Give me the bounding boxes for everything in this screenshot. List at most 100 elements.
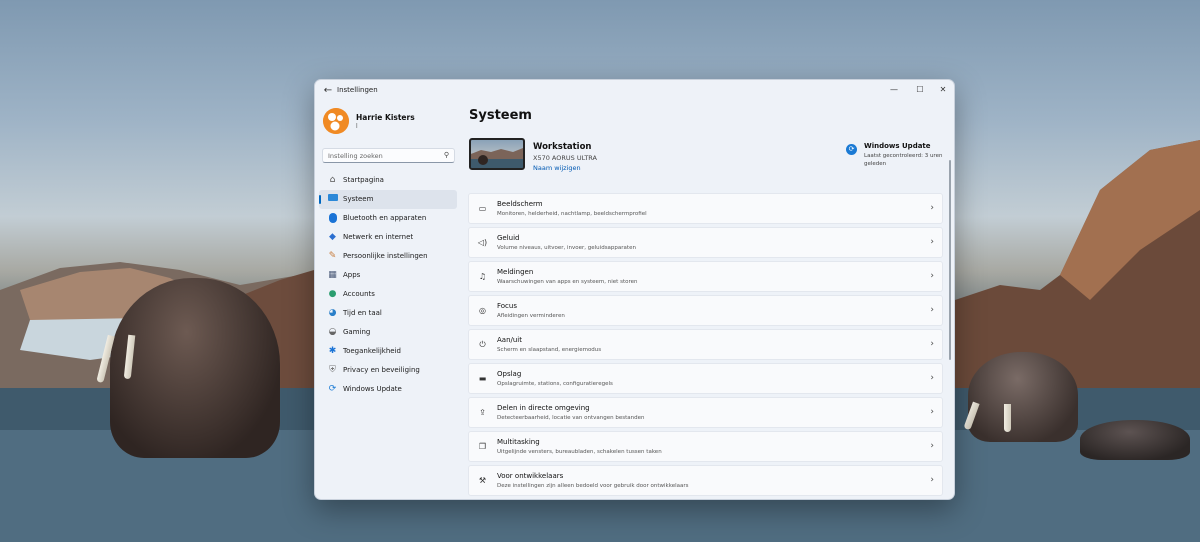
search-placeholder: Instelling zoeken	[328, 152, 383, 160]
card-meldingen[interactable]: ♫ Meldingen Waarschuwingen van apps en s…	[468, 261, 943, 292]
chevron-right-icon: ›	[930, 407, 934, 417]
home-icon: ⌂	[329, 175, 336, 185]
windows-update-icon[interactable]: ⟳	[846, 144, 857, 155]
gamepad-icon: ◒	[328, 327, 337, 337]
sidebar-item-label: Privacy en beveiliging	[343, 366, 420, 374]
brush-icon: ✎	[328, 251, 337, 261]
sidebar-item-label: Toegankelijkheid	[343, 347, 401, 355]
avatar-logo-icon	[323, 108, 349, 134]
maximize-button[interactable]: ☐	[910, 82, 930, 98]
sidebar-item-netwerk[interactable]: ◆ Netwerk en internet	[319, 228, 457, 247]
chevron-right-icon: ›	[930, 203, 934, 213]
update-icon: ⟳	[328, 384, 337, 394]
card-title: Beeldscherm	[497, 200, 543, 208]
card-title: Meldingen	[497, 268, 534, 276]
walrus-right-tusk	[1004, 404, 1011, 432]
rename-device-link[interactable]: Naam wijzigen	[533, 164, 581, 172]
user-subtitle: l	[356, 123, 358, 130]
sidebar-item-label: Netwerk en internet	[343, 233, 414, 241]
sidebar-item-windows-update[interactable]: ⟳ Windows Update	[319, 380, 457, 399]
device-thumbnail	[469, 138, 525, 170]
walrus-left	[110, 278, 280, 458]
card-title: Delen in directe omgeving	[497, 404, 590, 412]
chevron-right-icon: ›	[930, 237, 934, 247]
scrollbar[interactable]	[949, 160, 951, 360]
close-button[interactable]: ✕	[933, 82, 953, 98]
search-icon[interactable]: ⚲	[444, 151, 449, 159]
card-focus[interactable]: ◎ Focus Afleidingen verminderen ›	[468, 295, 943, 326]
wallpaper-preview-image	[471, 148, 523, 168]
account-icon: ●	[328, 289, 337, 299]
user-name: Harrie Kisters	[356, 113, 415, 122]
settings-window: ← Instellingen — ☐ ✕ Harrie Kisters l In…	[314, 79, 955, 500]
card-beeldscherm[interactable]: ▭ Beeldscherm Monitoren, helderheid, nac…	[468, 193, 943, 224]
card-title: Opslag	[497, 370, 522, 378]
sidebar-item-gaming[interactable]: ◒ Gaming	[319, 323, 457, 342]
sidebar-item-tijd[interactable]: ◕ Tijd en taal	[319, 304, 457, 323]
sidebar-item-label: Apps	[343, 271, 361, 279]
sidebar-item-bluetooth[interactable]: Bluetooth en apparaten	[319, 209, 457, 228]
walrus-right	[968, 352, 1078, 442]
avatar[interactable]	[323, 108, 349, 134]
bell-icon: ♫	[478, 272, 487, 281]
card-opslag[interactable]: ▬ Opslag Opslagruimte, stations, configu…	[468, 363, 943, 394]
power-icon: ⏻	[479, 340, 486, 349]
main-content: Systeem Workstation X570 AORUS ULTRA Naa…	[463, 102, 954, 499]
display-icon: ▭	[478, 204, 487, 213]
globe-clock-icon: ◕	[328, 308, 337, 318]
multitask-icon: ❐	[478, 442, 487, 451]
card-title: Focus	[497, 302, 517, 310]
card-subtitle: Opslagruimte, stations, configuratierege…	[497, 381, 613, 387]
minimize-button[interactable]: —	[884, 82, 904, 98]
card-subtitle: Afleidingen verminderen	[497, 313, 565, 319]
sidebar-item-apps[interactable]: ▦ Apps	[319, 266, 457, 285]
sidebar-item-label: Gaming	[343, 328, 371, 336]
chevron-right-icon: ›	[930, 339, 934, 349]
device-name: Workstation	[533, 142, 592, 152]
back-arrow-icon[interactable]: ←	[321, 84, 335, 98]
chevron-right-icon: ›	[930, 475, 934, 485]
device-model: X570 AORUS ULTRA	[533, 154, 597, 162]
storage-icon: ▬	[478, 374, 487, 383]
sidebar: Harrie Kisters l Instelling zoeken ⚲ ⌂ S…	[315, 102, 463, 499]
search-input[interactable]: Instelling zoeken ⚲	[322, 148, 455, 163]
apps-icon: ▦	[328, 270, 337, 280]
sidebar-item-toegankelijkheid[interactable]: ✱ Toegankelijkheid	[319, 342, 457, 361]
card-aan-uit[interactable]: ⏻ Aan/uit Scherm en slaapstand, energiem…	[468, 329, 943, 360]
sidebar-item-startpagina[interactable]: ⌂ Startpagina	[319, 171, 457, 190]
bluetooth-icon	[327, 213, 338, 224]
card-title: Geluid	[497, 234, 520, 242]
chevron-right-icon: ›	[930, 441, 934, 451]
title-bar: ← Instellingen — ☐ ✕	[315, 80, 954, 102]
monitor-icon	[327, 194, 338, 205]
speaker-icon: ◁)	[477, 238, 488, 247]
card-title: Aan/uit	[497, 336, 522, 344]
developer-icon: ⚒	[478, 476, 487, 485]
card-subtitle: Scherm en slaapstand, energiemodus	[497, 347, 602, 353]
page-title: Systeem	[469, 108, 532, 123]
card-delen[interactable]: ⇪ Delen in directe omgeving Detecteerbaa…	[468, 397, 943, 428]
card-geluid[interactable]: ◁) Geluid Volume niveaus, uitvoer, invoe…	[468, 227, 943, 258]
sidebar-item-accounts[interactable]: ● Accounts	[319, 285, 457, 304]
sidebar-item-label: Tijd en taal	[343, 309, 382, 317]
sidebar-item-label: Bluetooth en apparaten	[343, 214, 427, 222]
card-subtitle: Uitgelijnde vensters, bureaubladen, scha…	[497, 449, 662, 455]
chevron-right-icon: ›	[930, 305, 934, 315]
sidebar-item-privacy[interactable]: ⛨ Privacy en beveiliging	[319, 361, 457, 380]
card-subtitle: Deze instellingen zijn alleen bedoeld vo…	[497, 483, 689, 489]
sidebar-item-persoonlijk[interactable]: ✎ Persoonlijke instellingen	[319, 247, 457, 266]
accessibility-icon: ✱	[328, 346, 337, 356]
sidebar-item-label: Accounts	[343, 290, 375, 298]
sidebar-item-systeem[interactable]: Systeem	[319, 190, 457, 209]
sidebar-item-label: Persoonlijke instellingen	[343, 252, 428, 260]
windows-update-status: Laatst gecontroleerd: 3 uren geleden	[864, 153, 943, 167]
card-multitasking[interactable]: ❐ Multitasking Uitgelijnde vensters, bur…	[468, 431, 943, 462]
walrus-far-right	[1080, 420, 1190, 460]
focus-icon: ◎	[479, 306, 486, 315]
sidebar-item-label: Systeem	[343, 195, 374, 203]
settings-card-list: ▭ Beeldscherm Monitoren, helderheid, nac…	[468, 193, 943, 499]
chevron-right-icon: ›	[930, 271, 934, 281]
card-subtitle: Monitoren, helderheid, nachtlamp, beelds…	[497, 211, 647, 217]
windows-update-title[interactable]: Windows Update	[864, 142, 931, 150]
card-ontwikkelaars[interactable]: ⚒ Voor ontwikkelaars Deze instellingen z…	[468, 465, 943, 496]
